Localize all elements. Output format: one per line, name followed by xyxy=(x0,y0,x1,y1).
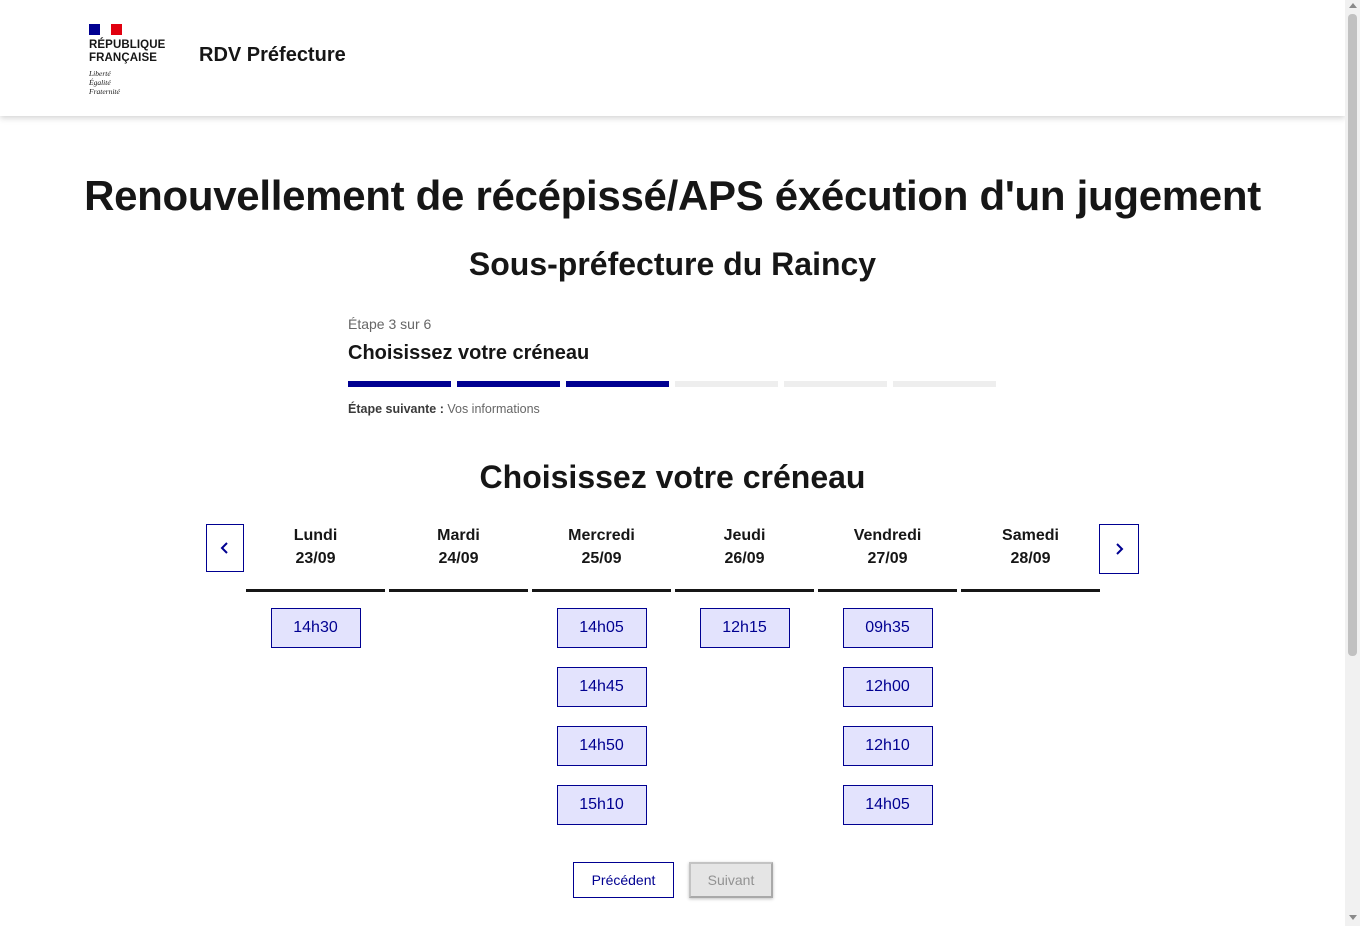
day-header: Vendredi 27/09 xyxy=(818,526,957,592)
day-date: 23/09 xyxy=(295,550,336,567)
stepper-segment xyxy=(348,381,451,387)
stepper-segment xyxy=(566,381,669,387)
time-slot-button[interactable]: 15h10 xyxy=(556,785,647,825)
time-slot-button[interactable]: 14h45 xyxy=(556,667,647,707)
previous-button[interactable]: Précédent xyxy=(573,862,674,898)
time-slot-button[interactable]: 09h35 xyxy=(842,608,933,648)
stepper-next-step: Étape suivante : Vos informations xyxy=(348,402,998,416)
republic-motto: Liberté Égalité Fraternité xyxy=(89,69,120,96)
scroll-up-arrow-icon[interactable] xyxy=(1349,3,1357,8)
scrollbar[interactable] xyxy=(1345,0,1360,926)
day-column: Mardi 24/09 xyxy=(389,524,528,825)
time-slot-button[interactable]: 12h10 xyxy=(842,726,933,766)
stepper-segment xyxy=(893,381,996,387)
time-slot-button[interactable]: 14h05 xyxy=(842,785,933,825)
service-title[interactable]: RDV Préfecture xyxy=(199,44,346,67)
day-date: 27/09 xyxy=(867,550,908,567)
day-name: Lundi xyxy=(293,527,338,544)
day-header: Mardi 24/09 xyxy=(389,526,528,592)
scroll-down-arrow-icon[interactable] xyxy=(1349,915,1357,920)
day-header: Mercredi 25/09 xyxy=(532,526,671,592)
stepper-segment xyxy=(784,381,887,387)
day-column: Mercredi 25/09 14h05 14h45 14h50 15h10 xyxy=(532,524,671,825)
day-name: Mardi xyxy=(437,527,480,544)
stepper-title: Choisissez votre créneau xyxy=(348,342,590,364)
time-slot-list: 14h30 xyxy=(246,608,385,648)
day-column: Jeudi 26/09 12h15 xyxy=(675,524,814,825)
day-column: Samedi 28/09 xyxy=(961,524,1100,825)
day-column: Lundi 23/09 14h30 xyxy=(246,524,385,825)
chevron-left-icon xyxy=(220,542,228,554)
republic-name: RÉPUBLIQUE FRANÇAISE xyxy=(89,39,166,64)
french-flag-icon xyxy=(89,24,122,35)
scrollbar-thumb[interactable] xyxy=(1348,14,1357,656)
day-header: Samedi 28/09 xyxy=(961,526,1100,592)
stepper-next-value: Vos informations xyxy=(447,402,540,416)
time-slot-button[interactable]: 14h30 xyxy=(270,608,361,648)
page: RÉPUBLIQUE FRANÇAISE Liberté Égalité Fra… xyxy=(0,0,1345,926)
chevron-right-icon xyxy=(1116,543,1124,555)
time-slot-button[interactable]: 14h50 xyxy=(556,726,647,766)
time-slot-list: 09h35 12h00 12h10 14h05 xyxy=(818,608,957,825)
day-date: 26/09 xyxy=(724,550,765,567)
day-date: 25/09 xyxy=(581,550,622,567)
day-name: Jeudi xyxy=(723,527,766,544)
stepper-segment xyxy=(675,381,778,387)
page-subtitle: Sous-préfecture du Raincy xyxy=(468,246,877,282)
time-slot-button[interactable]: 14h05 xyxy=(556,608,647,648)
day-column: Vendredi 27/09 09h35 12h00 12h10 14h05 xyxy=(818,524,957,825)
previous-week-button[interactable] xyxy=(206,524,244,572)
time-slot-button[interactable]: 12h00 xyxy=(842,667,933,707)
calendar-title: Choisissez votre créneau xyxy=(479,459,866,495)
day-name: Samedi xyxy=(1002,527,1059,544)
day-date: 28/09 xyxy=(1010,550,1051,567)
calendar-days: Lundi 23/09 14h30 Mardi 24/09 Mercredi 25/09 14… xyxy=(246,524,1100,825)
day-name: Vendredi xyxy=(853,527,922,544)
stepper-next-label: Étape suivante : xyxy=(348,402,444,416)
day-header: Lundi 23/09 xyxy=(246,526,385,592)
time-slot-list: 14h05 14h45 14h50 15h10 xyxy=(532,608,671,825)
site-header: RÉPUBLIQUE FRANÇAISE Liberté Égalité Fra… xyxy=(0,0,1345,116)
day-date: 24/09 xyxy=(438,550,479,567)
stepper-progress xyxy=(348,381,998,387)
stepper: Étape 3 sur 6 Choisissez votre créneau É… xyxy=(348,316,998,416)
day-header: Jeudi 26/09 xyxy=(675,526,814,592)
stepper-segment xyxy=(457,381,560,387)
day-name: Mercredi xyxy=(568,527,635,544)
republique-francaise-logo[interactable]: RÉPUBLIQUE FRANÇAISE Liberté Égalité Fra… xyxy=(89,24,179,96)
time-slot-button[interactable]: 12h15 xyxy=(699,608,790,648)
next-button[interactable]: Suivant xyxy=(689,862,773,898)
page-title: Renouvellement de récépissé/APS éxécutio… xyxy=(84,172,1261,219)
stepper-state: Étape 3 sur 6 xyxy=(348,316,432,332)
time-slot-list: 12h15 xyxy=(675,608,814,648)
next-week-button[interactable] xyxy=(1099,524,1139,574)
